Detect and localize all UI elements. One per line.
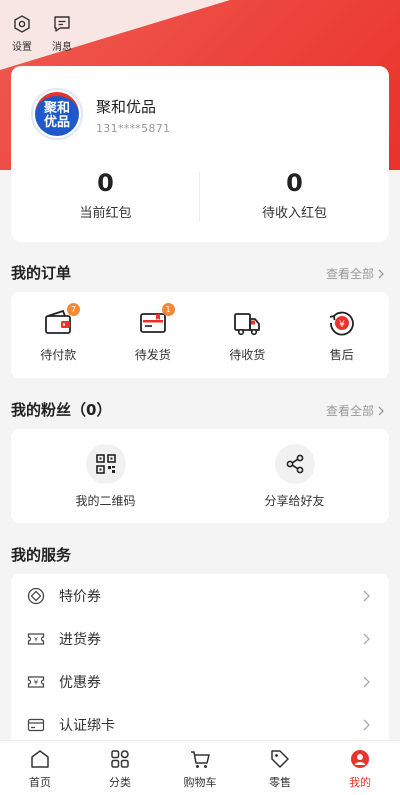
settings-button[interactable]: 设置 xyxy=(10,14,34,53)
pending-red-packet-value: 0 xyxy=(286,169,303,197)
services-title: 我的服务 xyxy=(11,546,72,564)
order-label: 待付款 xyxy=(40,348,77,362)
avatar-text-line2: 优品 xyxy=(43,115,70,130)
tag-icon xyxy=(271,750,289,768)
service-special-coupon[interactable]: 特价券 xyxy=(11,574,389,617)
orders-card: 7 待付款 1 待发货 待收货 ¥ 售后 xyxy=(11,292,389,378)
chevron-right-icon xyxy=(363,719,370,730)
tab-label: 分类 xyxy=(109,776,131,789)
discount-coupon-icon: ¥ xyxy=(27,675,45,688)
current-red-packet[interactable]: 0 当前红包 xyxy=(11,170,200,221)
profile-card: 聚和 优品 聚和优品 131****5871 0 当前红包 0 待收入红包 xyxy=(11,66,389,242)
tab-label: 购物车 xyxy=(183,776,217,789)
settings-icon xyxy=(14,15,30,33)
category-icon xyxy=(111,750,129,768)
order-pending-shipment[interactable]: 1 待发货 xyxy=(106,292,201,378)
service-label: 优惠券 xyxy=(59,674,101,691)
share-friends-label: 分享给好友 xyxy=(264,494,325,508)
user-name: 聚和优品 xyxy=(96,98,157,116)
tab-label: 零售 xyxy=(269,776,291,789)
tab-retail[interactable]: 零售 xyxy=(240,741,320,795)
bottom-tab-bar: 首页 分类 购物车 零售 我的 xyxy=(0,740,400,795)
order-pending-payment[interactable]: 7 待付款 xyxy=(11,292,106,378)
order-badge: 7 xyxy=(67,303,80,316)
qrcode-icon-wrap xyxy=(85,444,126,484)
qrcode-icon xyxy=(95,454,116,474)
profile-icon xyxy=(351,750,369,768)
order-after-sales[interactable]: ¥ 售后 xyxy=(295,292,390,378)
order-label: 待收货 xyxy=(229,348,266,362)
home-icon xyxy=(31,750,49,768)
tab-category[interactable]: 分类 xyxy=(80,741,160,795)
messages-label: 消息 xyxy=(52,42,72,53)
order-pending-receipt[interactable]: 待收货 xyxy=(200,292,295,378)
tab-label: 首页 xyxy=(29,776,51,789)
chevron-right-icon xyxy=(363,633,370,644)
my-qrcode-item[interactable]: 我的二维码 xyxy=(11,429,200,523)
chevron-right-icon xyxy=(363,676,370,687)
messages-button[interactable]: 消息 xyxy=(50,14,74,53)
service-label: 特价券 xyxy=(59,588,101,605)
svg-text:¥: ¥ xyxy=(34,678,39,686)
chevron-right-icon xyxy=(378,406,384,415)
chevron-right-icon xyxy=(363,590,370,601)
tab-home[interactable]: 首页 xyxy=(0,741,80,795)
avatar[interactable]: 聚和 优品 xyxy=(31,88,83,140)
fans-title: 我的粉丝（0） xyxy=(11,401,112,419)
current-red-packet-value: 0 xyxy=(97,169,114,197)
avatar-text-line1: 聚和 xyxy=(43,101,70,116)
current-red-packet-label: 当前红包 xyxy=(79,206,132,221)
tab-cart[interactable]: 购物车 xyxy=(160,741,240,795)
user-phone: 131****5871 xyxy=(96,122,171,135)
orders-title: 我的订单 xyxy=(11,264,72,282)
pending-red-packet-label: 待收入红包 xyxy=(261,206,327,221)
order-badge: 1 xyxy=(161,303,175,316)
avatar-logo: 聚和 优品 xyxy=(35,92,79,136)
refund-icon: ¥ xyxy=(329,311,354,336)
services-card: 特价券 ¥ 进货券 ¥ 优惠券 认证绑卡 xyxy=(11,574,389,744)
top-actions: 设置 消息 xyxy=(10,14,74,53)
order-label: 待发货 xyxy=(134,348,171,362)
special-coupon-icon xyxy=(27,587,45,604)
service-label: 进货券 xyxy=(59,631,101,648)
tab-label: 我的 xyxy=(349,776,371,789)
service-label: 认证绑卡 xyxy=(59,717,115,734)
svg-text:¥: ¥ xyxy=(34,636,38,643)
share-friends-item[interactable]: 分享给好友 xyxy=(200,429,389,523)
wallet-divider xyxy=(199,172,200,222)
truck-icon xyxy=(234,313,261,336)
service-purchase-coupon[interactable]: ¥ 进货券 xyxy=(11,617,389,660)
share-icon-wrap xyxy=(274,444,315,484)
wallet-summary: 0 当前红包 0 待收入红包 xyxy=(11,170,389,222)
my-qrcode-label: 我的二维码 xyxy=(75,494,136,508)
order-label: 售后 xyxy=(329,348,354,362)
purchase-coupon-icon: ¥ xyxy=(27,632,45,645)
message-icon xyxy=(54,16,70,32)
fans-view-all-link[interactable]: 查看全部 xyxy=(326,402,386,419)
orders-view-all-link[interactable]: 查看全部 xyxy=(326,265,386,282)
svg-text:¥: ¥ xyxy=(339,320,345,330)
service-discount-coupon[interactable]: ¥ 优惠券 xyxy=(11,660,389,703)
pending-red-packet[interactable]: 0 待收入红包 xyxy=(200,170,389,221)
cart-icon xyxy=(191,751,210,768)
settings-label: 设置 xyxy=(12,42,32,53)
share-icon xyxy=(286,454,303,474)
fans-card: 我的二维码 分享给好友 xyxy=(11,429,389,523)
fans-view-all-label: 查看全部 xyxy=(325,404,374,418)
tab-profile[interactable]: 我的 xyxy=(320,741,400,795)
service-bank-card[interactable]: 认证绑卡 xyxy=(11,703,389,744)
chevron-right-icon xyxy=(378,269,384,278)
orders-view-all-label: 查看全部 xyxy=(325,267,374,281)
bank-card-icon xyxy=(27,718,45,731)
